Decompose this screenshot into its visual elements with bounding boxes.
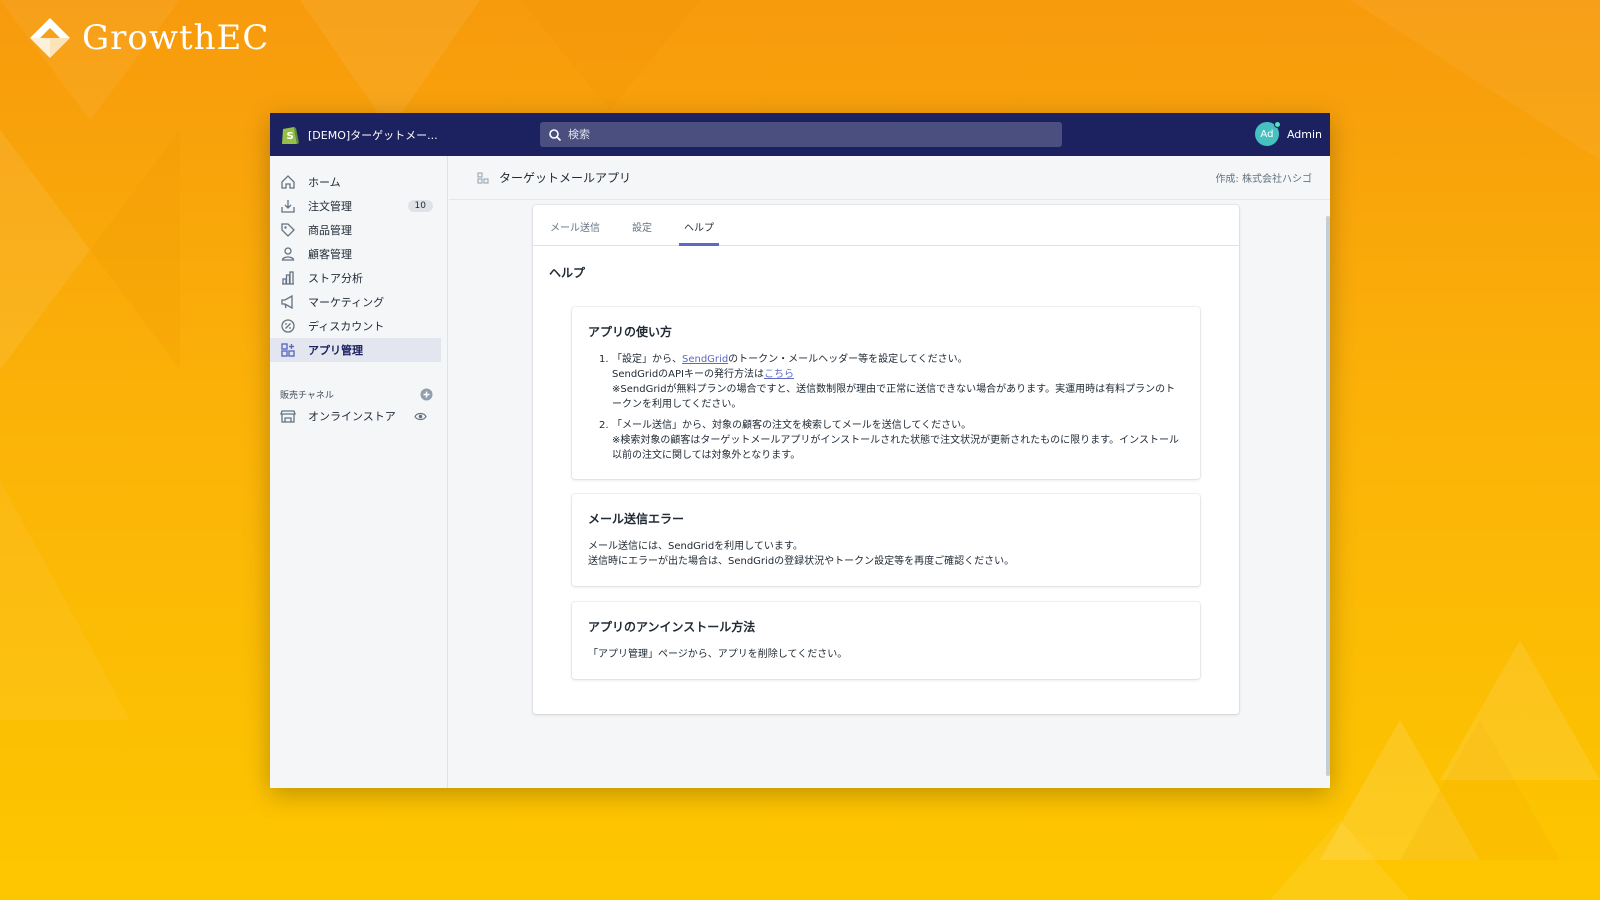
app-author: 作成: 株式会社ハシゴ <box>1215 174 1312 185</box>
admin-window: S [DEMO]ターゲットメー... Ad Admin ホーム 注文管理 10 <box>270 113 1330 788</box>
sidebar-item-label: 商品管理 <box>308 224 352 237</box>
page-title: ターゲットメールアプリ <box>499 171 632 185</box>
mail-error-title: メール送信エラー <box>588 512 685 526</box>
apps-icon <box>281 343 295 357</box>
step-number: 2. <box>599 420 609 431</box>
search-bar[interactable] <box>540 122 1062 147</box>
help-card: メール送信 設定 ヘルプ ヘルプ アプリの使い方 1. 「設定」から、SendG… <box>533 205 1239 714</box>
uninstall-title: アプリのアンインストール方法 <box>588 620 756 634</box>
store-icon <box>280 410 296 423</box>
shopify-logo-icon[interactable]: S <box>280 124 300 146</box>
sidebar-item-discounts[interactable]: ディスカウント <box>270 314 441 338</box>
sidebar: ホーム 注文管理 10 商品管理 顧客管理 ストア分析 マーケティング ディスカ… <box>270 156 448 788</box>
mail-error-section: メール送信エラー メール送信には、SendGridを利用しています。 送信時にエ… <box>572 494 1200 586</box>
tab-send-mail[interactable]: メール送信 <box>545 205 605 245</box>
svg-text:S: S <box>287 131 294 142</box>
api-key-link[interactable]: こちら <box>764 369 794 380</box>
step1-text-pre: 「設定」から、 <box>612 354 682 365</box>
sidebar-item-marketing[interactable]: マーケティング <box>270 290 441 314</box>
step-number: 1. <box>599 354 609 365</box>
avatar[interactable]: Ad <box>1254 121 1281 146</box>
step1-text-post: のトークン・メールヘッダー等を設定してください。 <box>728 354 968 365</box>
orders-count-badge: 10 <box>407 200 433 212</box>
person-icon <box>281 247 295 261</box>
usage-section: アプリの使い方 1. 「設定」から、SendGridのトークン・メールヘッダー等… <box>572 307 1200 479</box>
sidebar-item-label: 顧客管理 <box>308 248 352 261</box>
main-content: ターゲットメールアプリ 作成: 株式会社ハシゴ メール送信 設定 ヘルプ ヘルプ… <box>449 156 1330 788</box>
step1-line1: 「設定」から、SendGridのトークン・メールヘッダー等を設定してください。 <box>612 352 1184 367</box>
app-icon <box>477 172 489 183</box>
eye-icon[interactable] <box>414 410 427 423</box>
step2-line1: 「メール送信」から、対象の顧客の注文を検索してメールを送信してください。 <box>612 420 972 431</box>
discount-icon <box>281 319 295 333</box>
sidebar-item-customers[interactable]: 顧客管理 <box>270 242 441 266</box>
sidebar-item-label: ストア分析 <box>308 272 363 285</box>
step1-line2: SendGridのAPIキーの発行方法はこちら <box>612 367 1184 382</box>
tag-icon <box>281 223 295 237</box>
account-menu[interactable]: Ad Admin <box>1254 121 1322 146</box>
search-icon <box>549 128 562 141</box>
mail-error-line-1: メール送信には、SendGridを利用しています。 <box>588 541 803 552</box>
brand: GrowthEC <box>30 18 269 58</box>
step2-note: ※検索対象の顧客はターゲットメールアプリがインストールされた状態で注文状況が更新… <box>612 435 1179 461</box>
step1-note: ※SendGridが無料プランの場合ですと、送信数制限が理由で正常に送信できない… <box>612 384 1176 410</box>
account-name[interactable]: Admin <box>1287 128 1322 141</box>
home-icon <box>281 175 295 189</box>
sendgrid-link[interactable]: SendGrid <box>682 354 728 365</box>
sidebar-item-label: オンラインストア <box>308 410 396 423</box>
step1-api-text: SendGridのAPIキーの発行方法は <box>612 369 764 380</box>
sidebar-item-products[interactable]: 商品管理 <box>270 218 441 242</box>
sidebar-item-label: マーケティング <box>308 296 385 309</box>
notification-dot <box>1273 121 1281 128</box>
analytics-icon <box>282 271 294 285</box>
uninstall-text: 「アプリ管理」ページから、アプリを削除してください。 <box>588 649 848 660</box>
sidebar-item-label: アプリ管理 <box>308 344 363 357</box>
scrollbar[interactable] <box>1326 216 1330 776</box>
usage-title: アプリの使い方 <box>588 325 673 339</box>
sidebar-item-analytics[interactable]: ストア分析 <box>270 266 441 290</box>
sidebar-item-online-store[interactable]: オンラインストア <box>270 404 441 428</box>
store-name[interactable]: [DEMO]ターゲットメー... <box>308 127 438 143</box>
uninstall-section: アプリのアンインストール方法 「アプリ管理」ページから、アプリを削除してください… <box>572 602 1200 679</box>
top-bar: S [DEMO]ターゲットメー... Ad Admin <box>270 113 1330 156</box>
sales-channels-header: 販売チャネル <box>270 384 447 404</box>
growthec-logo-icon <box>30 18 70 58</box>
sidebar-item-label: 注文管理 <box>308 200 352 213</box>
page-header: ターゲットメールアプリ 作成: 株式会社ハシゴ <box>449 156 1330 200</box>
sales-channels-label: 販売チャネル <box>280 390 334 401</box>
brand-name: GrowthEC <box>82 18 270 58</box>
tab-help[interactable]: ヘルプ <box>679 205 719 246</box>
tab-bar: メール送信 設定 ヘルプ <box>533 205 1239 246</box>
sidebar-item-apps[interactable]: アプリ管理 <box>270 338 441 362</box>
sidebar-item-label: ディスカウント <box>308 320 385 333</box>
section-title: ヘルプ <box>549 266 586 280</box>
mail-error-line-2: 送信時にエラーが出た場合は、SendGridの登録状況やトークン設定等を再度ご確… <box>588 556 1015 567</box>
usage-step-2: 2. 「メール送信」から、対象の顧客の注文を検索してメールを送信してください。 … <box>588 418 1184 463</box>
tab-settings[interactable]: 設定 <box>627 205 657 245</box>
sidebar-item-orders[interactable]: 注文管理 10 <box>270 194 441 218</box>
usage-steps: 1. 「設定」から、SendGridのトークン・メールヘッダー等を設定してくださ… <box>588 352 1184 463</box>
usage-step-1: 1. 「設定」から、SendGridのトークン・メールヘッダー等を設定してくださ… <box>588 352 1184 412</box>
search-input[interactable] <box>568 128 1048 141</box>
avatar-initials: Ad <box>1260 128 1274 140</box>
megaphone-icon <box>281 294 293 310</box>
orders-icon <box>281 200 295 213</box>
sidebar-item-label: ホーム <box>308 176 341 189</box>
add-channel-icon[interactable] <box>420 388 433 401</box>
sidebar-item-home[interactable]: ホーム <box>270 170 441 194</box>
